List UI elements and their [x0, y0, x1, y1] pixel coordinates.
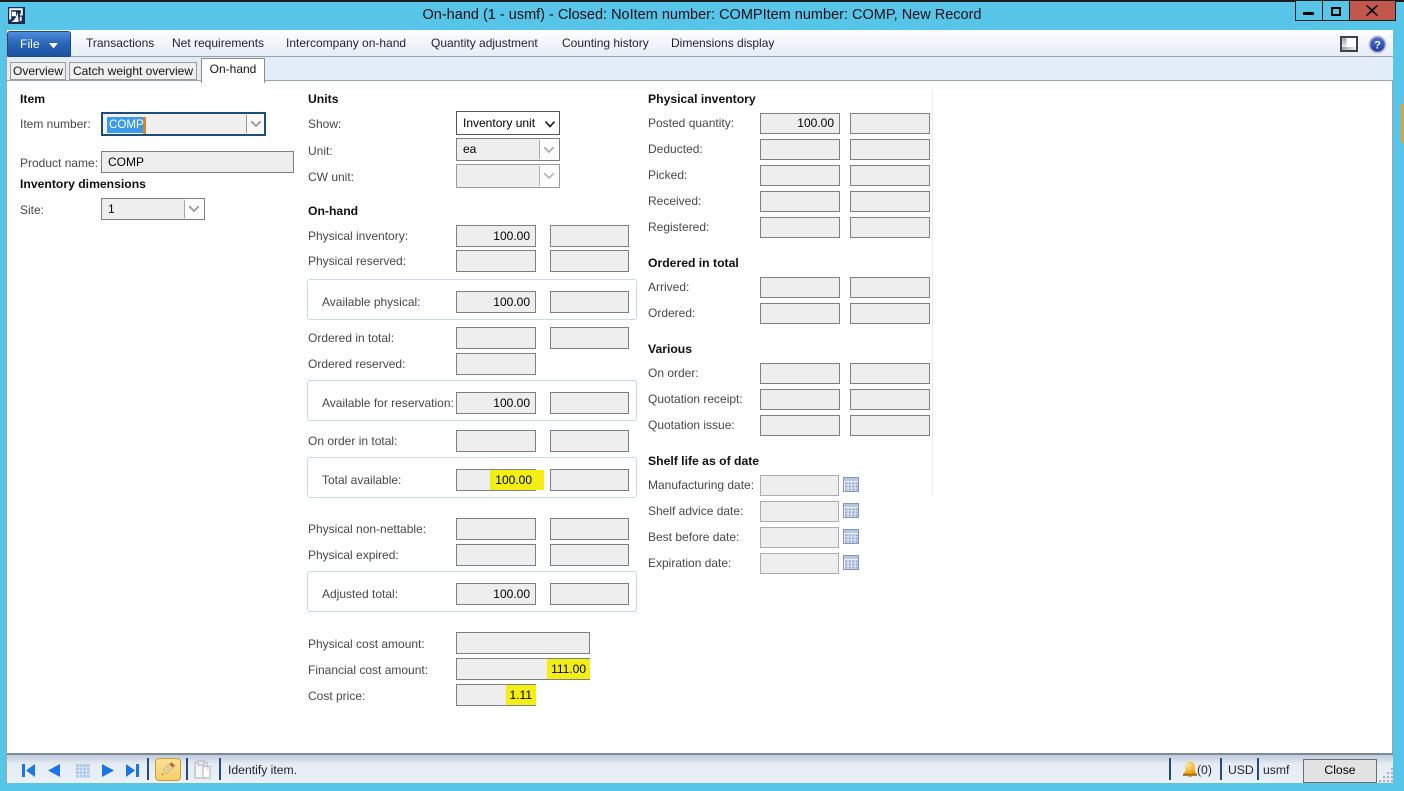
svg-text:?: ? — [1374, 39, 1381, 51]
